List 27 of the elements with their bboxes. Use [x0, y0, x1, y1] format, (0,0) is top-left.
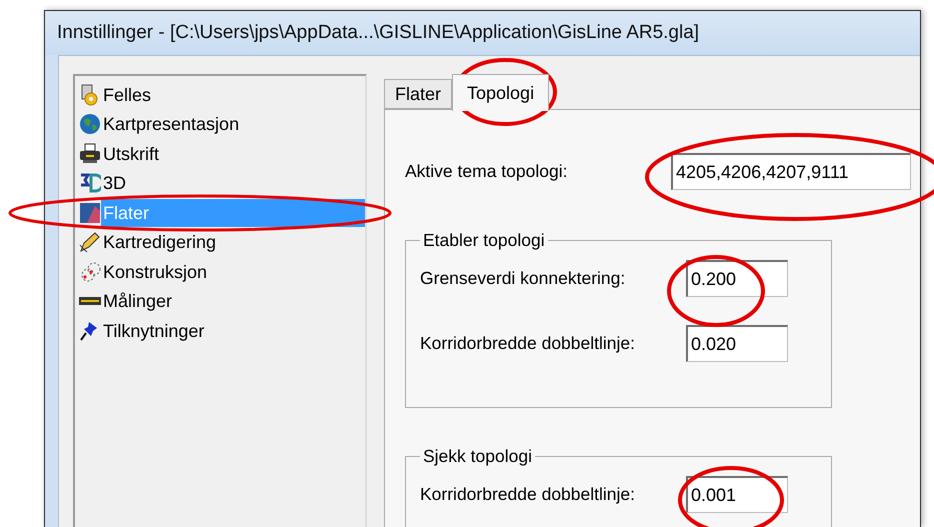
input-field[interactable]: 0.001: [686, 476, 788, 512]
area-icon: [79, 202, 101, 224]
field-label: Korridorbredde dobbeltlinje:: [420, 484, 636, 504]
category-item[interactable]: Konstruksjon: [101, 258, 365, 286]
field-label: Aktive tema topologi:: [405, 160, 568, 182]
globe-icon: [79, 113, 101, 136]
group-title: Sjekk topologi: [422, 446, 533, 467]
category-item[interactable]: Felles: [101, 80, 365, 109]
construct-icon: [79, 260, 101, 283]
input-field[interactable]: 0.020: [686, 324, 788, 362]
tab[interactable]: Flater: [384, 79, 452, 109]
category-item[interactable]: Kartpresentasjon: [101, 110, 365, 138]
category-item[interactable]: 3D: [101, 169, 365, 198]
category-item[interactable]: Tilknytninger: [101, 316, 365, 345]
printer-icon: [79, 142, 101, 165]
group-title: Etabler topologi: [422, 230, 546, 251]
field-label: Korridorbredde dobbeltlinje:: [420, 332, 636, 354]
tab[interactable]: Topologi: [452, 74, 550, 111]
3d-icon: [79, 172, 101, 194]
category-item[interactable]: Kartredigering: [101, 228, 365, 256]
category-item[interactable]: Utskrift: [101, 140, 365, 168]
input-field[interactable]: 4205,4206,4207,9111: [671, 152, 911, 190]
pencil-icon: [79, 231, 101, 254]
input-field[interactable]: 0.200: [686, 260, 788, 296]
field-label: Grenseverdi konnektering:: [420, 268, 626, 288]
category-item[interactable]: Målinger: [101, 287, 365, 316]
window-title: Innstillinger - [C:\Users\jps\AppData...\GISLINE\Application\GisLine AR5.gla]: [57, 22, 700, 44]
